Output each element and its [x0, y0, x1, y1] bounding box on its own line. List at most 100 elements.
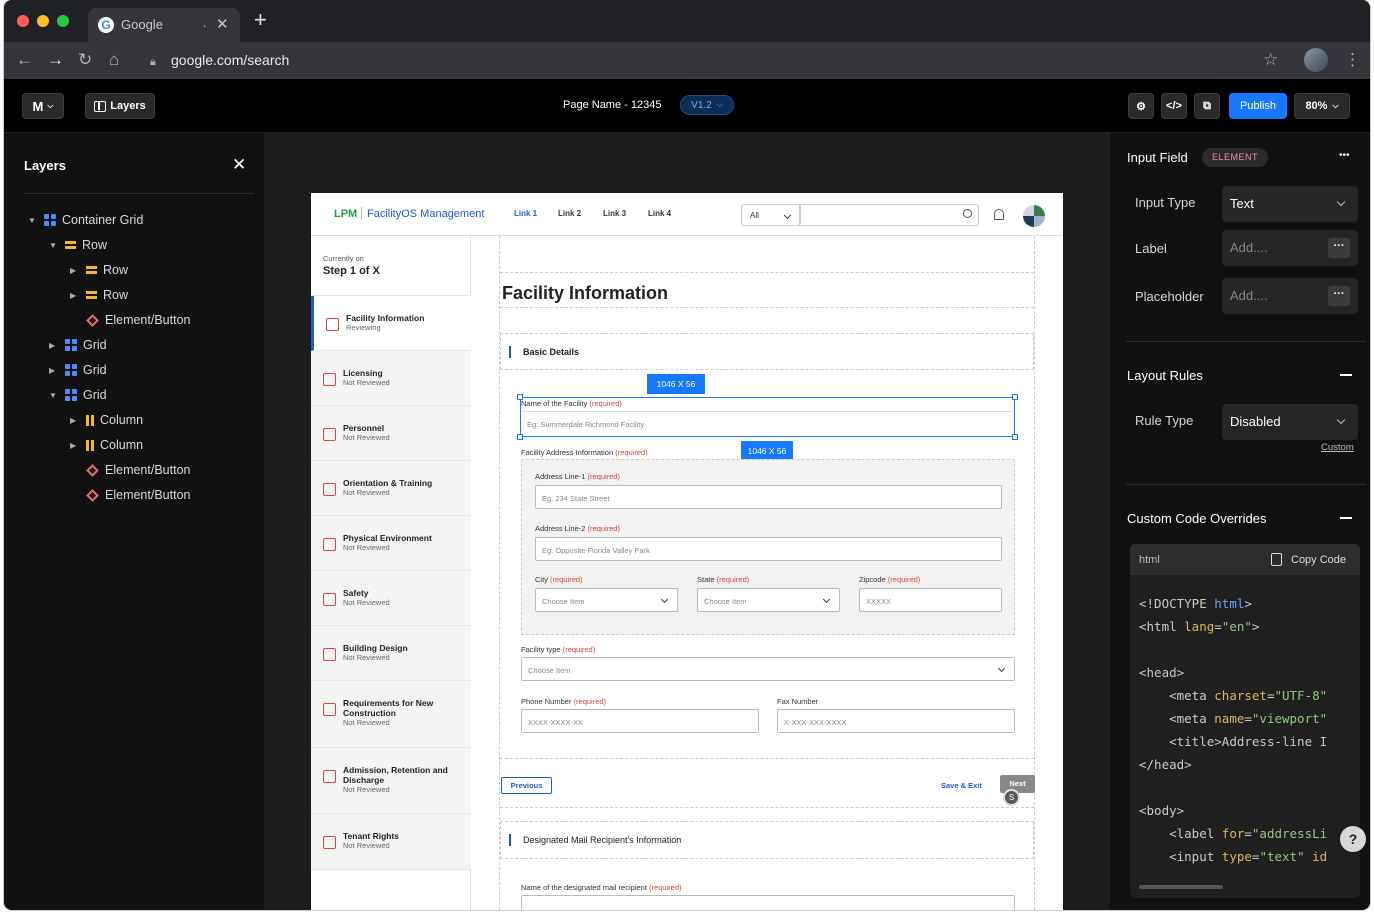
layer-item[interactable]: Element/Button	[70, 460, 190, 480]
home-icon[interactable]: ⌂	[109, 50, 119, 70]
layer-item[interactable]: ▶ Column	[70, 410, 143, 430]
step-item[interactable]: Physical Environment Not Reviewed	[311, 516, 471, 571]
close-icon[interactable]: ✕	[232, 155, 246, 175]
collapse-icon[interactable]	[1340, 374, 1352, 376]
rule-type-select[interactable]: Disabled	[1222, 404, 1358, 440]
nav-link-2[interactable]: Link 2	[558, 209, 581, 218]
nav-link-3[interactable]: Link 3	[603, 209, 626, 218]
profile-avatar[interactable]	[1304, 48, 1328, 72]
state-select[interactable]: Choose Item	[697, 588, 840, 612]
browser-tab[interactable]: G Google . ✕	[88, 8, 240, 42]
preview-icon[interactable]: ⧉	[1194, 93, 1220, 119]
search-filter-value: All	[750, 211, 759, 220]
collapse-icon[interactable]	[1340, 517, 1352, 519]
chevron-down-icon: ⌵	[716, 100, 723, 109]
reload-icon[interactable]: ↻	[78, 50, 92, 70]
bookmark-star-icon[interactable]: ☆	[1263, 50, 1278, 70]
custom-link[interactable]: Custom	[1321, 442, 1354, 453]
layer-item[interactable]: Element/Button	[70, 310, 190, 330]
maximize-window-button[interactable]	[57, 15, 69, 27]
facility-name-input[interactable]: Eg: Summerdale Richmond Facility	[521, 411, 1013, 435]
phone-input[interactable]: XXXX-XXXX-XX	[521, 709, 759, 733]
layer-item[interactable]: ▶ Column	[70, 435, 143, 455]
step-item[interactable]: Orientation & Training Not Reviewed	[311, 461, 471, 516]
code-editor[interactable]: html Copy Code <!DOCTYPE html> <html lan…	[1130, 544, 1360, 898]
copy-icon[interactable]	[1271, 553, 1282, 566]
url-text[interactable]: google.com/search	[171, 52, 289, 68]
more-options-icon[interactable]: ···	[1328, 286, 1350, 306]
more-options-icon[interactable]: •••	[1339, 150, 1350, 161]
search-input[interactable]	[799, 204, 979, 226]
layer-item[interactable]: ▼ Row	[49, 235, 107, 255]
caret-down-icon[interactable]: ▼	[49, 241, 59, 250]
help-button[interactable]: ?	[1340, 826, 1366, 852]
close-tab-icon[interactable]: ✕	[216, 15, 229, 33]
tab-title: Google	[121, 17, 163, 32]
step-item[interactable]: Admission, Retention and Discharge Not Re…	[311, 748, 471, 814]
caret-right-icon[interactable]: ▶	[70, 416, 80, 425]
fax-input[interactable]: X-XXX-XXX-XXXX	[777, 709, 1015, 733]
step-item[interactable]: Requirements for New Construction Not Rev…	[311, 681, 471, 748]
resize-handle[interactable]	[517, 434, 523, 440]
caret-right-icon[interactable]: ▶	[49, 366, 59, 375]
save-exit-button[interactable]: Save & Exit	[941, 781, 982, 790]
forward-icon[interactable]: →	[47, 50, 64, 70]
layer-item[interactable]: ▼ Grid	[49, 385, 107, 405]
user-avatar[interactable]	[1023, 205, 1045, 227]
resize-handle[interactable]	[1012, 394, 1018, 400]
step-item[interactable]: Safety Not Reviewed	[311, 571, 471, 626]
layer-item[interactable]: ▶ Row	[70, 285, 128, 305]
zipcode-input[interactable]: XXXXX	[859, 588, 1002, 612]
resize-handle[interactable]	[1012, 434, 1018, 440]
step-item[interactable]: Facility Information Reviewing	[311, 296, 471, 351]
kebab-menu-icon[interactable]: ⋮	[1344, 50, 1361, 70]
copy-code-button[interactable]: Copy Code	[1291, 554, 1346, 566]
step-item[interactable]: Licensing Not Reviewed	[311, 351, 471, 406]
step-item[interactable]: Personnel Not Reviewed	[311, 406, 471, 461]
caret-down-icon[interactable]: ▼	[28, 216, 38, 225]
step-item[interactable]: Building Design Not Reviewed	[311, 626, 471, 681]
search-filter-select[interactable]: All	[741, 204, 801, 226]
minimize-window-button[interactable]	[37, 15, 49, 27]
selected-facility-name-field[interactable]: Name of the Facility (required) Eg: Summ…	[520, 397, 1015, 437]
layer-item[interactable]: ▶ Grid	[49, 335, 107, 355]
input-type-select[interactable]: Text	[1222, 186, 1358, 222]
back-icon[interactable]: ←	[16, 50, 33, 70]
close-window-button[interactable]	[17, 15, 29, 27]
layer-item[interactable]: Element/Button	[70, 485, 190, 505]
version-dropdown[interactable]: V1.2 ⌵	[680, 95, 734, 115]
nav-link-4[interactable]: Link 4	[648, 209, 671, 218]
layer-item[interactable]: ▼ Container Grid	[28, 210, 143, 230]
placeholder-input[interactable]: Add.... ···	[1222, 278, 1358, 314]
address-line-2-input[interactable]: Eg: Opposite Florida Valley Park	[535, 537, 1002, 561]
facility-type-select[interactable]: Choose Item	[521, 657, 1015, 681]
horizontal-scrollbar[interactable]	[1139, 885, 1223, 889]
notification-bell-icon[interactable]	[994, 209, 1004, 220]
code-content[interactable]: <!DOCTYPE html> <html lang="en"> <head> …	[1139, 592, 1327, 868]
layers-toggle-button[interactable]: Layers	[85, 93, 155, 119]
recipient-input[interactable]	[521, 895, 1015, 910]
resize-handle[interactable]	[517, 394, 523, 400]
caret-right-icon[interactable]: ▶	[70, 291, 80, 300]
caret-down-icon[interactable]: ▼	[49, 391, 59, 400]
collaborator-avatar[interactable]: S	[1003, 789, 1020, 806]
main-menu-button[interactable]: M ⌵	[22, 93, 64, 119]
caret-right-icon[interactable]: ▶	[49, 341, 59, 350]
caret-right-icon[interactable]: ▶	[70, 441, 80, 450]
zoom-dropdown[interactable]: 80% ⌵	[1294, 93, 1350, 119]
layer-item[interactable]: ▶ Grid	[49, 360, 107, 380]
step-item[interactable]: Tenant Rights Not Reviewed	[311, 814, 471, 870]
city-select[interactable]: Choose Item	[535, 588, 678, 612]
nav-link-1[interactable]: Link 1	[514, 209, 537, 218]
caret-right-icon[interactable]: ▶	[70, 266, 80, 275]
label-input[interactable]: Add.... ···	[1222, 230, 1358, 266]
address-line-1-input[interactable]: Eg: 234 State Street	[535, 485, 1002, 509]
step-name-text: Physical Environment	[343, 533, 432, 543]
layer-item[interactable]: ▶ Row	[70, 260, 128, 280]
settings-gear-icon[interactable]: ⚙	[1128, 93, 1154, 119]
previous-button[interactable]: Previous	[501, 777, 552, 794]
new-tab-icon[interactable]: +	[254, 9, 267, 31]
code-view-icon[interactable]: </>	[1161, 93, 1187, 119]
more-options-icon[interactable]: ···	[1328, 238, 1350, 258]
publish-button[interactable]: Publish	[1229, 93, 1287, 119]
